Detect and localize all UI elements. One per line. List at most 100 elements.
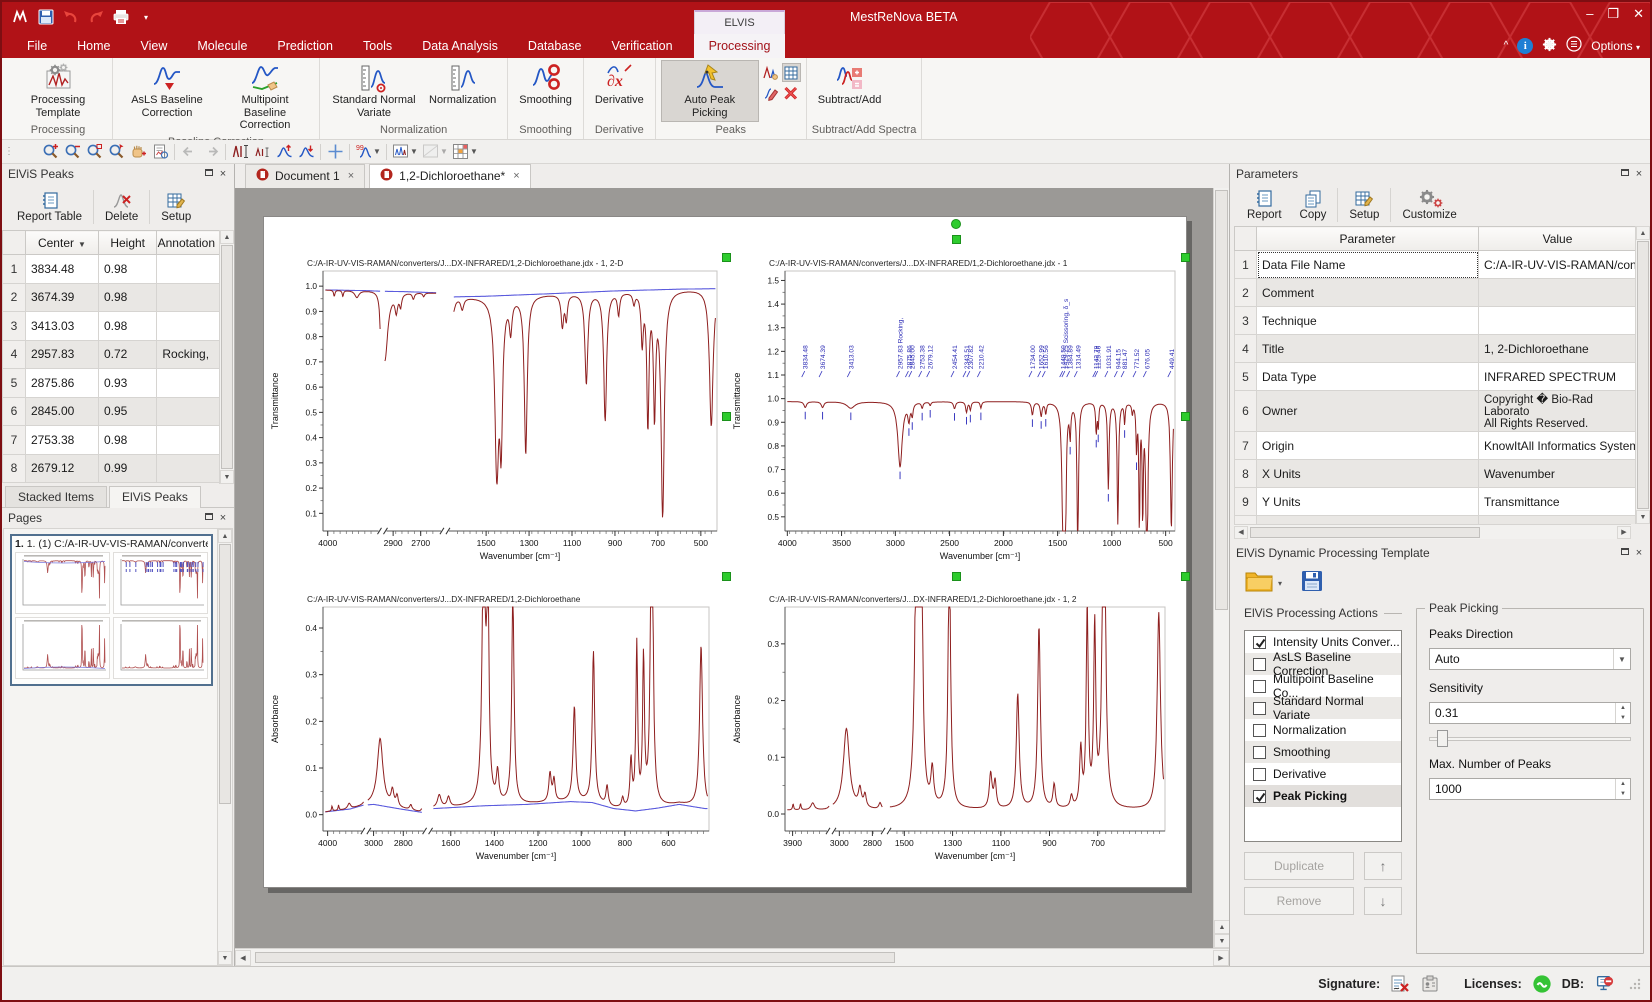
close-tab-icon[interactable]: ×	[513, 170, 519, 182]
customize-button[interactable]: Customize	[1393, 187, 1465, 223]
action-derivative[interactable]: Derivative	[1245, 763, 1401, 785]
toolbar-grip[interactable]: ⋮	[4, 146, 13, 157]
peaks-integrals-icon[interactable]	[229, 142, 251, 162]
standard-normal-variate-button[interactable]: Standard Normal Variate	[325, 60, 423, 122]
db-status-icon[interactable]	[1594, 974, 1614, 994]
param-row-origin[interactable]: 7 Origin KnowItAll Informatics System	[1235, 432, 1637, 460]
checkbox[interactable]	[1253, 724, 1266, 737]
selection-handle-top-left[interactable]	[722, 253, 731, 262]
peaks-table-scrollbar[interactable]: ▲▼	[219, 230, 234, 484]
folder-dropdown-icon[interactable]: ▾	[1278, 579, 1282, 588]
column-value[interactable]: Value	[1479, 227, 1637, 251]
smoothing-button[interactable]: Smoothing	[513, 60, 578, 110]
checkbox[interactable]	[1253, 680, 1266, 693]
peak-row-4[interactable]: 42957.830.72Rocking,	[3, 340, 220, 369]
delete-button[interactable]: Delete	[96, 189, 147, 225]
action-standard-normal-variate[interactable]: Standard Normal Variate	[1245, 697, 1401, 719]
peak-up-icon[interactable]	[273, 142, 295, 162]
spectrum-chart-bottom-right[interactable]: 0.00.10.20.33900300028001500130011009007…	[728, 591, 1184, 879]
setup-button[interactable]: Setup	[1340, 187, 1388, 223]
menu-molecule[interactable]: Molecule	[182, 34, 262, 58]
pan-hand-icon[interactable]	[127, 142, 149, 162]
column-parameter[interactable]: Parameter	[1257, 227, 1479, 251]
save-icon[interactable]	[35, 7, 57, 27]
spectrum-chart-top-right[interactable]: 0.50.60.70.80.91.01.11.21.31.41.54000350…	[728, 255, 1184, 577]
param-row-y-units[interactable]: 9 Y Units Transmittance	[1235, 488, 1637, 516]
checkbox[interactable]	[1253, 768, 1266, 781]
param-row-data-file-name[interactable]: 1 Data File Name C:/A-IR-UV-VIS-RAMAN/co…	[1235, 251, 1637, 279]
setup-button[interactable]: Setup	[152, 189, 200, 225]
document-tab-document-1[interactable]: Document 1×	[245, 164, 365, 188]
crosshair-icon[interactable]	[324, 142, 346, 162]
action-smoothing[interactable]: Smoothing	[1245, 741, 1401, 763]
menu-home[interactable]: Home	[62, 34, 125, 58]
tab-stacked-items[interactable]: Stacked Items	[5, 486, 107, 507]
selection-handle-right[interactable]	[1181, 412, 1190, 421]
peak-down-icon[interactable]	[295, 142, 317, 162]
subtract-add-button[interactable]: Subtract/Add	[812, 60, 888, 110]
close-panel-icon[interactable]: ×	[1632, 168, 1646, 180]
selection-handle-top[interactable]	[952, 235, 961, 244]
zoom-region-icon[interactable]	[83, 142, 105, 162]
close-panel-icon[interactable]: ×	[216, 168, 230, 180]
derivative-button[interactable]: ∂xDerivative	[589, 60, 650, 110]
close-button[interactable]: ✕	[1633, 6, 1644, 22]
menu-verification[interactable]: Verification	[596, 34, 687, 58]
close-panel-icon[interactable]: ×	[1632, 547, 1646, 559]
close-panel-icon[interactable]: ×	[216, 512, 230, 524]
asls-baseline-correction-button[interactable]: AsLS Baseline Correction	[118, 60, 216, 122]
move-down-button[interactable]: ↓	[1364, 887, 1402, 915]
parameters-vscrollbar[interactable]: ▲▼	[1635, 226, 1650, 524]
menu-prediction[interactable]: Prediction	[262, 34, 348, 58]
menu-processing[interactable]: ProcessingELVIS	[694, 34, 786, 58]
color-table-icon[interactable]: ▼	[450, 142, 480, 162]
sensitivity-input[interactable]: 0.31 ▲▼	[1429, 702, 1631, 724]
signature-id-icon[interactable]	[1420, 974, 1440, 994]
float-panel-icon[interactable]	[202, 168, 216, 180]
peak-row-3[interactable]: 33413.030.98	[3, 312, 220, 341]
peak-row-7[interactable]: 72753.380.98	[3, 426, 220, 455]
rotation-handle[interactable]	[951, 219, 961, 229]
param-row-comment[interactable]: 2 Comment	[1235, 279, 1637, 307]
document-vertical-scrollbar[interactable]: ▲ ▼	[1213, 188, 1229, 948]
drag-handle-icon[interactable]	[17, 142, 39, 162]
action-peak-picking[interactable]: Peak Picking	[1245, 785, 1401, 807]
menu-file[interactable]: File	[12, 34, 62, 58]
menu-data-analysis[interactable]: Data Analysis	[407, 34, 513, 58]
param-row-technique[interactable]: 3 Technique	[1235, 307, 1637, 335]
float-panel-icon[interactable]	[202, 512, 216, 524]
stack-view-icon[interactable]: ▼	[390, 142, 420, 162]
peak-row-5[interactable]: 52875.860.93	[3, 369, 220, 398]
checkbox[interactable]	[1253, 790, 1266, 803]
param-row-title[interactable]: 4 Title 1, 2-Dichloroethane	[1235, 335, 1637, 363]
duplicate-button[interactable]: Duplicate	[1244, 852, 1354, 880]
peak-row-1[interactable]: 13834.480.98	[3, 255, 220, 284]
quickaccess-chevron-icon[interactable]: ▾	[135, 7, 157, 27]
options-button[interactable]: Options ▾	[1591, 39, 1640, 53]
maximize-button[interactable]: ❒	[1607, 6, 1619, 22]
checkbox[interactable]	[1253, 658, 1266, 671]
selection-handle-top-right[interactable]	[1181, 253, 1190, 262]
print-icon[interactable]	[110, 7, 132, 27]
float-panel-icon[interactable]	[1618, 168, 1632, 180]
selection-handle-bottom[interactable]	[952, 572, 961, 581]
spectrum-chart-top-left[interactable]: 0.10.20.30.40.50.60.70.80.91.04000290027…	[266, 255, 728, 577]
remove-button[interactable]: Remove	[1244, 887, 1354, 915]
info-icon[interactable]: i	[1517, 38, 1533, 54]
print-preview-icon[interactable]	[149, 142, 171, 162]
peak-row-8[interactable]: 82679.120.99	[3, 454, 220, 483]
sensitivity-slider[interactable]	[1429, 729, 1631, 748]
selection-handle-bottom-left[interactable]	[722, 572, 731, 581]
signature-invalid-icon[interactable]	[1390, 974, 1410, 994]
zoom-out-icon[interactable]	[61, 142, 83, 162]
close-tab-icon[interactable]: ×	[348, 170, 354, 182]
document-tab-1-2-dichloroethane-[interactable]: 1,2-Dichloroethane*×	[369, 164, 531, 188]
action-normalization[interactable]: Normalization	[1245, 719, 1401, 741]
multipoint-baseline-correction-button[interactable]: Multipoint Baseline Correction	[216, 60, 314, 135]
zoom-in-icon[interactable]	[39, 142, 61, 162]
checkbox[interactable]	[1253, 702, 1266, 715]
checkbox[interactable]	[1253, 636, 1266, 649]
column-height[interactable]: Height	[98, 231, 156, 255]
peaks-direction-select[interactable]: Auto▼	[1429, 648, 1631, 670]
gear-icon[interactable]	[1542, 37, 1557, 55]
